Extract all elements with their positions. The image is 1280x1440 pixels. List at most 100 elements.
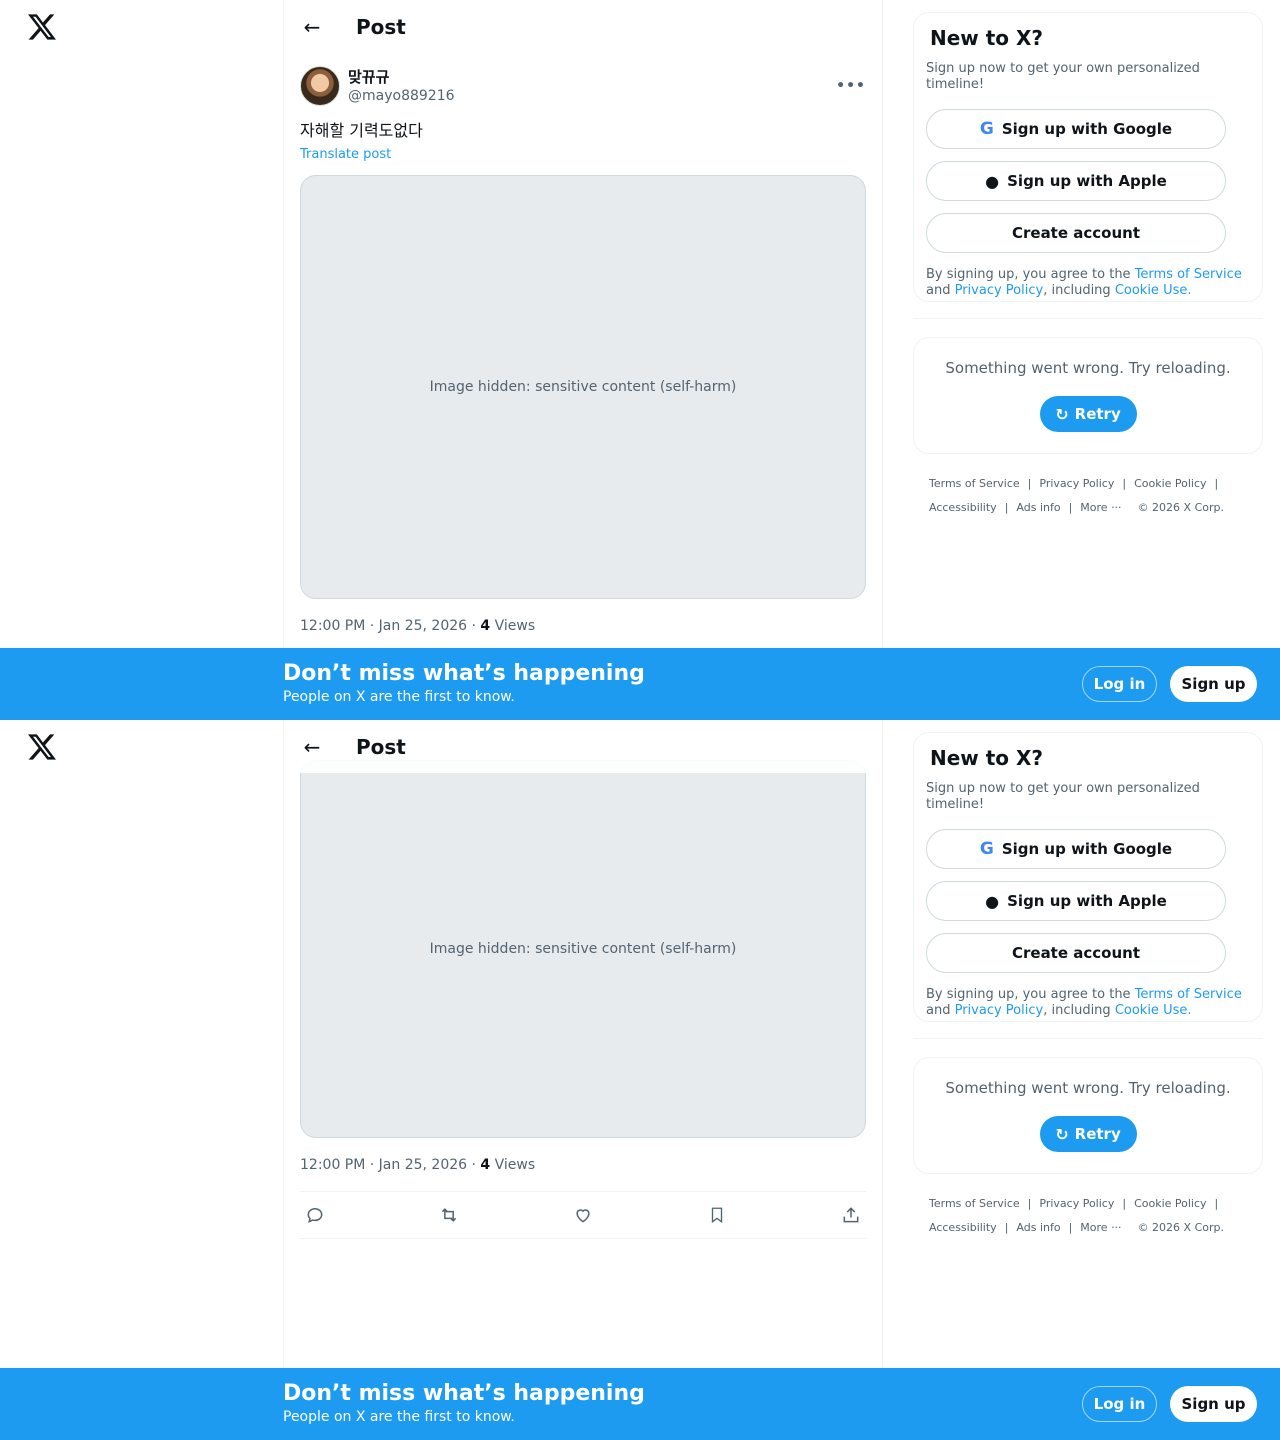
media-placeholder-text: Image hidden: sensitive content (self-ha… xyxy=(429,941,737,957)
footer-ads[interactable]: Ads info xyxy=(1016,496,1060,520)
user-handle[interactable]: @mayo889216 xyxy=(348,87,455,105)
signup-terms: By signing up, you agree to the Terms of… xyxy=(926,987,1250,1019)
footer-tos[interactable]: Terms of Service xyxy=(929,472,1020,496)
cookie-link[interactable]: Cookie Use. xyxy=(1115,283,1192,298)
terms-prefix: By signing up, you agree to the xyxy=(926,267,1135,282)
post-media[interactable]: Image hidden: sensitive content (self-ha… xyxy=(300,175,866,599)
google-signup-label: Sign up with Google xyxy=(1001,120,1173,138)
signup-title: New to X? xyxy=(930,26,1044,50)
post-meta: 12:00 PM · Jan 25, 2026 · 4 Views xyxy=(300,1155,535,1175)
apple-signup-label: Sign up with Apple xyxy=(1007,892,1167,910)
post-timestamp[interactable]: 12:00 PM · Jan 25, 2026 · xyxy=(300,1157,480,1173)
terms-link[interactable]: Terms of Service xyxy=(1135,987,1242,1002)
footer-cookie[interactable]: Cookie Policy xyxy=(1134,1192,1206,1216)
footer-links: Terms of Service | Privacy Policy | Cookie P… xyxy=(929,1192,1259,1240)
footer-copyright: © 2026 X Corp. xyxy=(1137,501,1224,514)
signup-card: New to X? Sign up now to get your own pe… xyxy=(913,12,1263,302)
column-divider-right xyxy=(882,0,883,720)
footer-cookie[interactable]: Cookie Policy xyxy=(1134,472,1206,496)
login-banner: Don’t miss what’s happening People on X … xyxy=(0,1368,1280,1440)
page-title: Post xyxy=(356,734,406,759)
privacy-link[interactable]: Privacy Policy xyxy=(955,1003,1044,1018)
translate-link[interactable]: Translate post xyxy=(300,146,391,164)
footer-ads[interactable]: Ads info xyxy=(1016,1216,1060,1240)
banner-subtitle: People on X are the first to know. xyxy=(283,689,515,705)
apple-signup-button[interactable]: ● Sign up with Apple xyxy=(926,161,1226,201)
footer-more[interactable]: More ··· xyxy=(1080,496,1121,520)
terms-and: and xyxy=(926,283,955,298)
post-media[interactable]: Image hidden: sensitive content (self-ha… xyxy=(300,760,866,1138)
google-signup-label: Sign up with Google xyxy=(1001,840,1173,858)
signup-title: New to X? xyxy=(930,746,1044,770)
views-count: 4 xyxy=(480,1157,491,1173)
google-icon: G xyxy=(979,839,994,859)
post-actions xyxy=(300,1191,866,1239)
footer-links: Terms of Service | Privacy Policy | Cookie P… xyxy=(929,472,1259,520)
signup-button[interactable]: Sign up xyxy=(1170,1386,1257,1422)
footer-accessibility[interactable]: Accessibility xyxy=(929,1216,997,1240)
share-icon[interactable] xyxy=(840,1204,862,1226)
post-timestamp[interactable]: 12:00 PM · Jan 25, 2026 · xyxy=(300,618,480,634)
media-placeholder-text: Image hidden: sensitive content (self-ha… xyxy=(429,379,737,395)
views-label: Views xyxy=(490,618,536,634)
google-icon: G xyxy=(979,119,994,139)
error-card: Something went wrong. Try reloading. ↻ Re… xyxy=(913,337,1263,454)
signup-card: New to X? Sign up now to get your own pe… xyxy=(913,732,1263,1022)
terms-link[interactable]: Terms of Service xyxy=(1135,267,1242,282)
banner-title: Don’t miss what’s happening xyxy=(283,1381,645,1406)
privacy-link[interactable]: Privacy Policy xyxy=(955,283,1044,298)
google-signup-button[interactable]: G Sign up with Google xyxy=(926,109,1226,149)
back-arrow-icon[interactable]: ← xyxy=(284,17,340,37)
retry-button[interactable]: ↻ Retry xyxy=(1039,396,1137,432)
create-account-button[interactable]: Create account xyxy=(926,933,1226,973)
refresh-icon: ↻ xyxy=(1055,1124,1069,1144)
login-banner: Don’t miss what’s happening People on X … xyxy=(0,648,1280,720)
reply-icon[interactable] xyxy=(304,1204,326,1226)
terms-including: , including xyxy=(1043,1003,1115,1018)
apple-signup-button[interactable]: ● Sign up with Apple xyxy=(926,881,1226,921)
x-logo-icon[interactable] xyxy=(28,733,56,761)
signup-subtitle: Sign up now to get your own personalized… xyxy=(926,61,1200,92)
create-account-button[interactable]: Create account xyxy=(926,213,1226,253)
signup-button[interactable]: Sign up xyxy=(1170,666,1257,702)
x-logo-icon[interactable] xyxy=(28,13,56,41)
error-message: Something went wrong. Try reloading. xyxy=(945,359,1231,377)
retry-label: Retry xyxy=(1074,1125,1121,1143)
column-divider-left xyxy=(283,720,284,1440)
screen-bottom: Image hidden: sensitive content (self-ha… xyxy=(0,720,1280,1440)
repost-icon[interactable] xyxy=(438,1204,460,1226)
signup-terms: By signing up, you agree to the Terms of… xyxy=(926,267,1250,299)
page-title: Post xyxy=(356,14,406,39)
sidebar-divider xyxy=(913,318,1263,319)
footer-tos[interactable]: Terms of Service xyxy=(929,1192,1020,1216)
post-meta: 12:00 PM · Jan 25, 2026 · 4 Views xyxy=(300,616,535,636)
column-divider-right xyxy=(882,720,883,1440)
like-icon[interactable] xyxy=(572,1204,594,1226)
post-header: ← Post xyxy=(284,720,882,773)
footer-accessibility[interactable]: Accessibility xyxy=(929,496,997,520)
error-card: Something went wrong. Try reloading. ↻ Re… xyxy=(913,1057,1263,1174)
terms-prefix: By signing up, you agree to the xyxy=(926,987,1135,1002)
more-icon[interactable]: ••• xyxy=(836,78,866,94)
sidebar-divider xyxy=(913,1038,1263,1039)
cookie-link[interactable]: Cookie Use. xyxy=(1115,1003,1192,1018)
screen-top: ← Post 맞뀨규 @mayo889216 ••• 자해할 기력도없다 Tra… xyxy=(0,0,1280,720)
apple-icon: ● xyxy=(985,891,1000,911)
post-author: 맞뀨규 @mayo889216 ••• xyxy=(300,65,866,107)
banner-subtitle: People on X are the first to know. xyxy=(283,1409,515,1425)
post-header: ← Post xyxy=(284,0,882,53)
views-label: Views xyxy=(490,1157,536,1173)
login-button[interactable]: Log in xyxy=(1082,666,1157,702)
footer-copyright: © 2026 X Corp. xyxy=(1137,1221,1224,1234)
footer-privacy[interactable]: Privacy Policy xyxy=(1039,472,1114,496)
views-count: 4 xyxy=(480,618,491,634)
footer-more[interactable]: More ··· xyxy=(1080,1216,1121,1240)
back-arrow-icon[interactable]: ← xyxy=(284,737,340,757)
bookmark-icon[interactable] xyxy=(706,1204,728,1226)
display-name[interactable]: 맞뀨규 xyxy=(348,67,455,87)
login-button[interactable]: Log in xyxy=(1082,1386,1157,1422)
google-signup-button[interactable]: G Sign up with Google xyxy=(926,829,1226,869)
avatar[interactable] xyxy=(300,66,340,106)
footer-privacy[interactable]: Privacy Policy xyxy=(1039,1192,1114,1216)
retry-button[interactable]: ↻ Retry xyxy=(1039,1116,1137,1152)
